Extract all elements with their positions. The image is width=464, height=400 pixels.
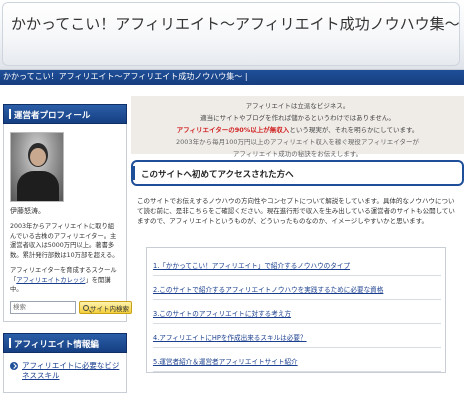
intro-highlight: アフィリエイターの90%以上が無収入 [176,126,290,134]
intro-line: アフィリエイターの90%以上が無収入という現実が、それを明らかにしています。 [131,124,464,136]
info-heading: アフィリエイト情報編 [3,332,127,353]
site-title[interactable]: かかってこい！アフィリエイト〜アフィリエイト成功ノウハウ集〜 [11,13,461,34]
search-input[interactable] [10,300,76,314]
intro-line: アフィリエイトは立派なビジネス。 [245,102,350,110]
site-search-button[interactable]: サイト内検索 [79,300,132,314]
toc-item[interactable]: 1.「かかってこい！アフィリエイト」で紹介するノウハウのタイプ [153,252,441,276]
section-title-label: このサイトへ初めてアクセスされた方へ [141,170,294,180]
toc-link[interactable]: 3.このサイトのアフィリエイトに対する考え方 [153,310,291,318]
toc-item[interactable]: 5.運営者紹介＆運営者アフィリエイトサイト紹介 [153,348,441,372]
toc-item[interactable]: 2.このサイトで紹介するアフィリエイトノウハウを実践するために必要な資格 [153,276,441,300]
intro-line: 適当にサイトやブログを作れば儲かるというわけではありません。 [200,114,395,122]
toc-item[interactable]: 4.アフィリエイトにHPを作成出来るスキルは必要？ [153,324,441,348]
info-list-item[interactable]: アフィリエイトに必要なビジネススキル [10,361,120,381]
heading-marker-icon [9,337,11,348]
intro-banner: アフィリエイトは立派なビジネス。 適当にサイトやブログを作れば儲かるというわけで… [131,96,464,158]
search-icon [83,304,89,311]
toc-link[interactable]: 5.運営者紹介＆運営者アフィリエイトサイト紹介 [153,358,298,366]
info-heading-label: アフィリエイト情報編 [14,339,99,350]
toc-link[interactable]: 4.アフィリエイトにHPを作成出来るスキルは必要？ [153,334,307,342]
title-marker-icon [131,166,135,180]
breadcrumb[interactable]: かかってこい！アフィリエイト〜アフィリエイト成功ノウハウ集〜 | [3,71,248,82]
toc-item[interactable]: 3.このサイトのアフィリエイトに対する考え方 [153,300,441,324]
arrow-circle-icon [10,361,18,370]
section-text: このサイトでお伝えするノウハウの方向性やコンセプトについて解説をしています。具体… [137,197,455,225]
sidebar: 運営者プロフィール 伊藤怒涛。 2003年からアフィリエイトに取り組んでいる古株… [3,104,132,393]
profile-heading: 運営者プロフィール [3,104,127,124]
profile-name: 伊藤怒涛。 [10,207,45,215]
info-link[interactable]: アフィリエイトに必要なビジネススキル [22,361,119,380]
heading-marker-icon [9,109,11,119]
avatar [10,132,64,202]
site-header: かかってこい！アフィリエイト〜アフィリエイト成功ノウハウ集〜 [0,0,464,70]
toc-link[interactable]: 2.このサイトで紹介するアフィリエイトノウハウを実践するために必要な資格 [153,286,383,294]
header-banner: かかってこい！アフィリエイト〜アフィリエイト成功ノウハウ集〜 [2,2,460,66]
breadcrumb-bar: かかってこい！アフィリエイト〜アフィリエイト成功ノウハウ集〜 | [0,70,464,85]
intro-line: アフィリエイト成功の秘訣をお伝えします。 [232,150,363,158]
profile-heading-label: 運営者プロフィール [14,111,91,121]
affiliate-college-link[interactable]: アフィリエイトカレッジ [16,277,85,284]
info-box: アフィリエイトに必要なビジネススキル [3,352,127,393]
intro-line-rest: という現実が、それを明らかにしています。 [289,126,419,134]
intro-line: 2003年から毎月100万円以上のアフィリエイト収入を稼ぐ現役アフィリエイターが [176,138,419,146]
profile-text: 2003年からアフィリエイトに取り組んでいる古株のアフィリエイター。主運営者収入… [10,223,119,259]
search-row: サイト内検索 [10,300,132,315]
table-of-contents: 1.「かかってこい！アフィリエイト」で紹介するノウハウのタイプ 2.このサイトで… [146,247,446,373]
profile-box: 伊藤怒涛。 2003年からアフィリエイトに取り組んでいる古株のアフィリエイター。… [3,124,132,322]
section-title: このサイトへ初めてアクセスされた方へ [131,160,464,186]
profile-text-school: アフィリエイターを育成するスクール「アフィリエイトカレッジ」を開講中。 [10,266,120,295]
toc-link[interactable]: 1.「かかってこい！アフィリエイト」で紹介するノウハウのタイプ [153,262,350,270]
search-button-label: サイト内検索 [90,304,129,313]
